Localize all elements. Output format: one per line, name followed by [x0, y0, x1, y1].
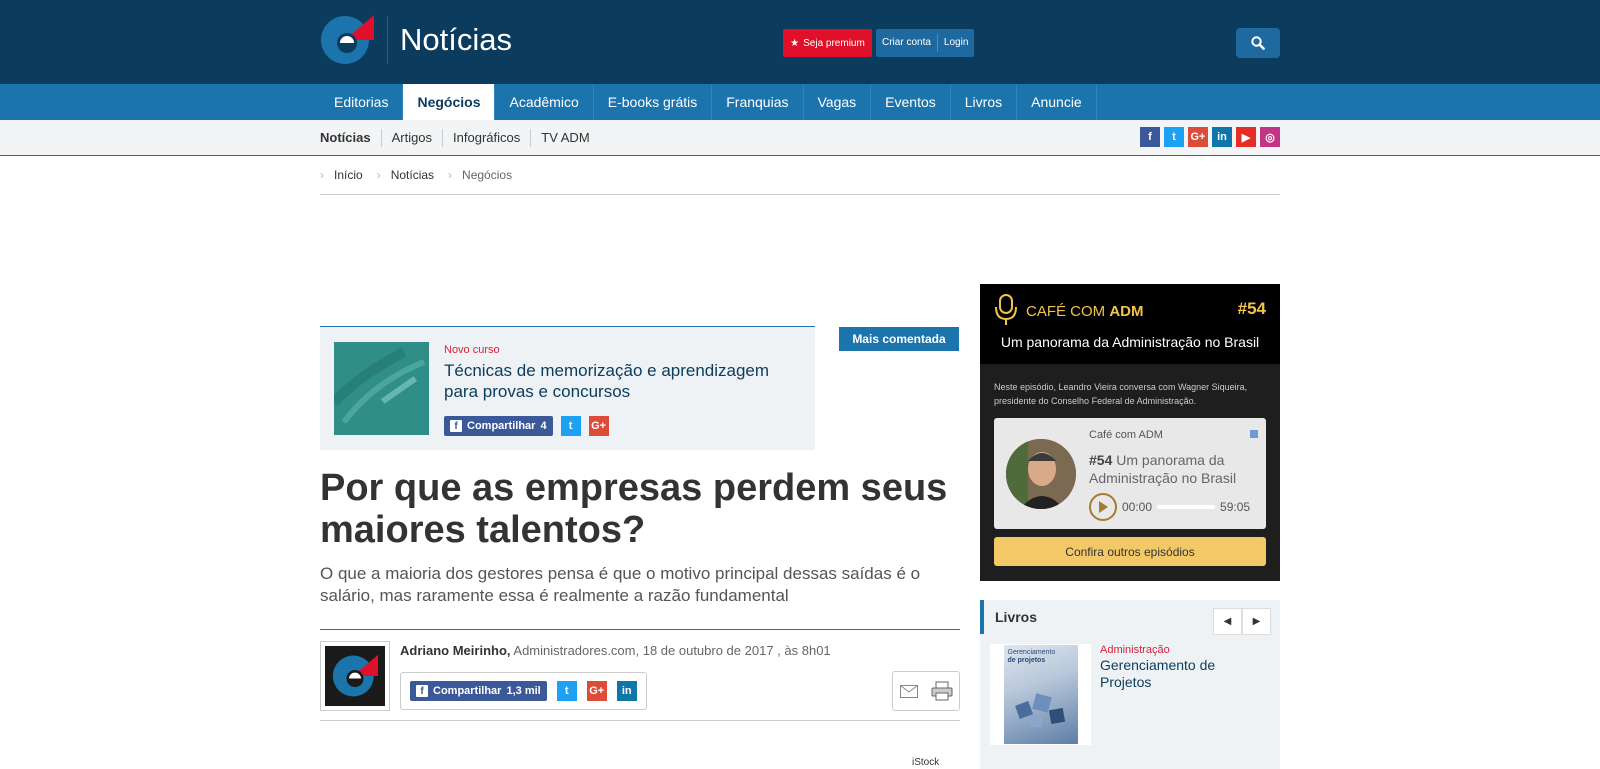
previous-arrow-icon[interactable]: ◀ [1213, 608, 1242, 635]
promo-share-bar: f Compartilhar 4 t G+ [444, 416, 609, 436]
podcast-description: Neste episódio, Leandro Vieira conversa … [994, 382, 1248, 406]
share-label: Compartilhar [433, 685, 502, 697]
podcast-widget: CAFÉ COM ADM #54 Um panorama da Administ… [980, 284, 1280, 581]
author-name[interactable]: Adriano Meirinho, [400, 643, 511, 658]
article-subhead: O que a maioria dos gestores pensa é que… [320, 564, 921, 605]
google-plus-share-button[interactable]: G+ [588, 416, 609, 436]
author-byline: Adriano Meirinho, Administradores.com, 1… [400, 643, 831, 658]
facebook-icon: f [450, 420, 462, 432]
twitter-share-button[interactable]: t [556, 681, 577, 701]
article-share-bar: f Compartilhar 1,3 mil t G+ in [400, 672, 647, 710]
podcast-name-bold: ADM [1109, 303, 1144, 320]
microphone-icon [995, 294, 1017, 325]
play-button[interactable] [1089, 493, 1117, 521]
guest-photo [1006, 439, 1076, 509]
most-commented-badge[interactable]: Mais comentada [839, 327, 959, 351]
facebook-icon: f [416, 685, 428, 697]
author-box: Adriano Meirinho, Administradores.com, 1… [320, 629, 960, 721]
google-plus-share-button[interactable]: G+ [586, 681, 607, 701]
podcast-name-prefix: CAFÉ COM [1026, 303, 1110, 320]
facebook-share-button[interactable]: f Compartilhar 1,3 mil [410, 681, 547, 701]
player-source: Café com ADM [1089, 429, 1163, 441]
podcast-player: Café com ADM #54 Um panorama da Administ… [994, 418, 1266, 529]
article-tools [892, 671, 960, 711]
course-promo-card[interactable]: Novo curso Técnicas de memorização e apr… [320, 326, 815, 450]
books-widget: Livros ◀ ▶ Gerenciamento de projetos Adm… [980, 600, 1280, 769]
next-arrow-icon[interactable]: ▶ [1242, 608, 1271, 635]
article-source-date: Administradores.com, 18 de outubro de 20… [510, 643, 831, 658]
progress-bar[interactable] [1157, 505, 1216, 509]
twitter-share-button[interactable]: t [560, 416, 581, 436]
books-title: Livros [980, 600, 1037, 634]
facebook-share-button[interactable]: f Compartilhar 4 [444, 416, 553, 436]
books-carousel-nav: ◀ ▶ [1213, 608, 1271, 635]
podcast-title[interactable]: Um panorama da Administração no Brasil [980, 334, 1280, 350]
linkedin-share-button[interactable]: in [616, 681, 637, 701]
player-badge-icon [1250, 430, 1258, 438]
content-column: Novo curso Técnicas de memorização e apr… [320, 0, 1280, 769]
share-label: Compartilhar [467, 420, 536, 432]
player-episode-title: #54 Um panorama da Administração no Bras… [1089, 451, 1249, 487]
promo-title[interactable]: Técnicas de memorização e aprendizagem p… [444, 360, 804, 402]
share-count: 4 [540, 420, 547, 432]
player-title-text: Um panorama da Administração no Brasil [1089, 452, 1237, 486]
play-icon [1099, 501, 1108, 513]
author-avatar[interactable] [320, 641, 390, 711]
book-title[interactable]: Gerenciamento de Projetos [1100, 657, 1270, 691]
course-image[interactable] [334, 342, 429, 435]
cover-title-line-2: de projetos [1007, 657, 1046, 664]
image-credit: iStock [912, 757, 940, 768]
book-cover[interactable]: Gerenciamento de projetos [990, 644, 1091, 745]
player-episode-number: #54 [1089, 452, 1113, 468]
article-headline: Por que as empresas perdem seus maiores … [320, 467, 948, 551]
print-icon[interactable] [931, 681, 953, 701]
player-controls: 00:00 59:05 [1089, 493, 1250, 521]
total-time: 59:05 [1220, 500, 1251, 514]
podcast-episode-number: #54 [1237, 299, 1266, 318]
podcast-header: CAFÉ COM ADM #54 Um panorama da Administ… [980, 284, 1280, 364]
book-category[interactable]: Administração [1100, 644, 1170, 656]
share-count: 1,3 mil [506, 685, 541, 697]
more-episodes-button[interactable]: Confira outros episódios [994, 537, 1266, 566]
email-icon[interactable] [899, 684, 918, 698]
cover-title-line-1: Gerenciamento [1007, 649, 1056, 656]
current-time: 00:00 [1122, 500, 1153, 514]
podcast-name[interactable]: CAFÉ COM ADM [1026, 303, 1144, 320]
promo-label: Novo curso [444, 344, 500, 356]
